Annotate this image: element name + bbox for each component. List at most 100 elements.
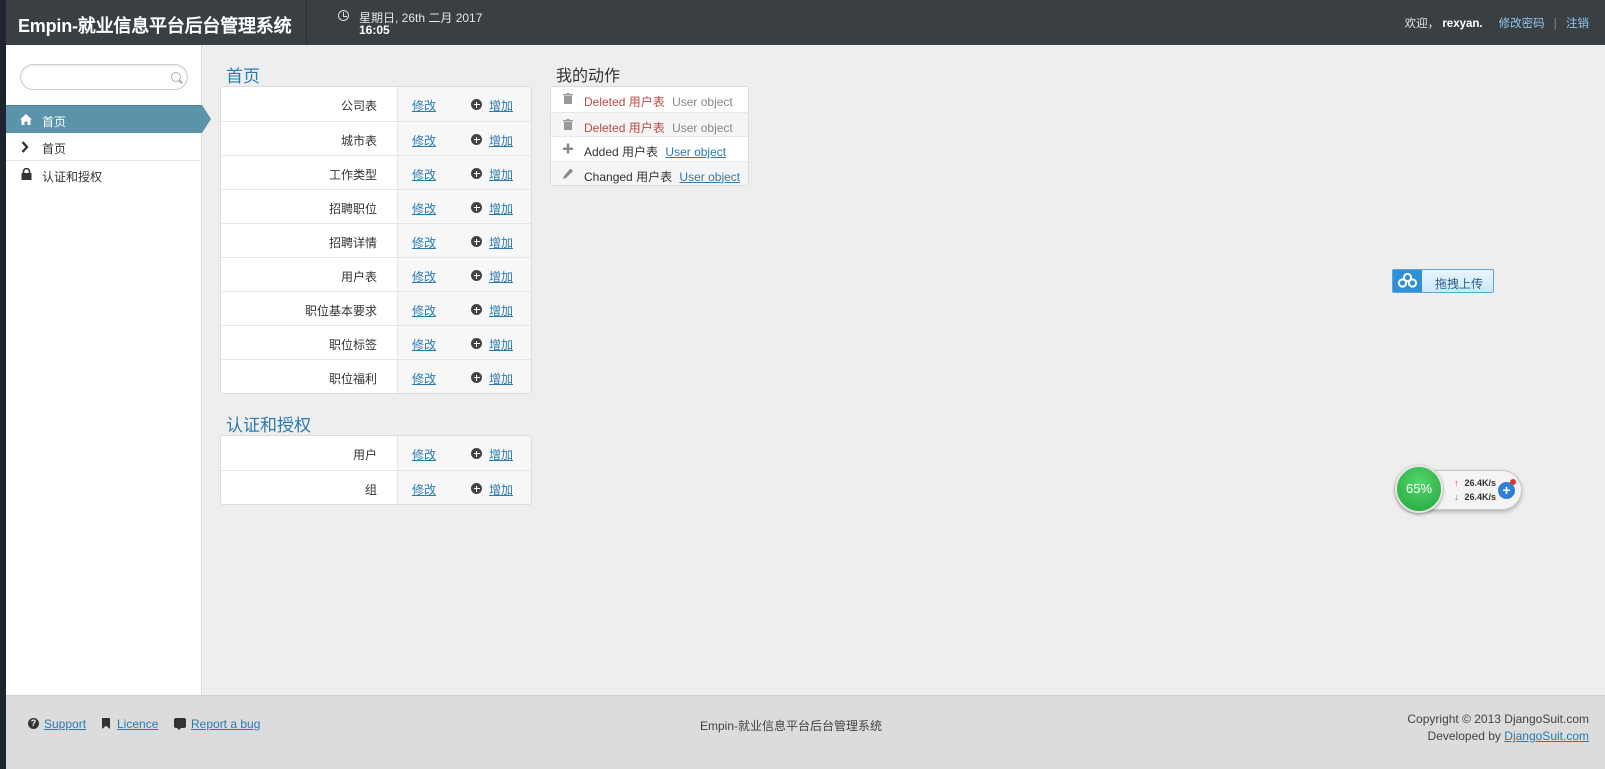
arrow-down-icon: ↓ [1454, 492, 1459, 502]
row-actions: 修改 增加 [397, 292, 531, 326]
row-actions: 修改 增加 [397, 436, 531, 470]
drag-upload-button[interactable]: 拖拽上传 [1392, 269, 1494, 293]
module-title-auth[interactable]: 认证和授权 [226, 411, 311, 436]
drag-upload-label: 拖拽上传 [1435, 277, 1484, 291]
sidebar-item-label: 认证和授权 [42, 170, 103, 184]
model-name-link[interactable]: 城市表 [341, 132, 377, 149]
table-row: 用户 修改 增加 [221, 436, 531, 470]
change-link[interactable]: 修改 [412, 234, 436, 251]
action-object: User object [672, 95, 733, 109]
recent-actions-list: Deleted 用户表 User object Deleted 用户表 User… [550, 86, 749, 186]
home-icon [20, 114, 32, 125]
add-link[interactable]: 增加 [489, 302, 513, 319]
header-time: 16:05 [359, 23, 390, 37]
change-link[interactable]: 修改 [412, 166, 436, 183]
add-link[interactable]: 增加 [489, 446, 513, 463]
module-table-auth: 用户 修改 增加 组 修改 增加 [220, 435, 532, 505]
djangosuit-link[interactable]: DjangoSuit.com [1504, 729, 1589, 743]
change-link[interactable]: 修改 [412, 97, 436, 114]
add-link[interactable]: 增加 [489, 268, 513, 285]
model-name-link[interactable]: 用户 [353, 446, 377, 463]
change-link[interactable]: 修改 [412, 200, 436, 217]
add-circle-icon [471, 270, 482, 281]
model-name-link[interactable]: 职位福利 [329, 370, 377, 387]
site-brand[interactable]: Empin-就业信息平台后台管理系统 [18, 12, 292, 38]
pencil-icon [563, 168, 573, 179]
change-password-link[interactable]: 修改密码 [1499, 18, 1545, 30]
add-link[interactable]: 增加 [489, 481, 513, 498]
model-name-link[interactable]: 职位基本要求 [305, 302, 377, 319]
model-name-link[interactable]: 组 [365, 481, 377, 498]
change-link[interactable]: 修改 [412, 302, 436, 319]
developed-by-text: Developed by [1427, 729, 1501, 743]
recent-actions-title: 我的动作 [556, 68, 621, 85]
action-object-link[interactable]: User object [665, 145, 726, 159]
network-speed-widget[interactable]: 65% ↑ 26.4K/s ↓ 26.4K/s + [1395, 465, 1522, 513]
add-circle-icon [471, 483, 482, 494]
support-link[interactable]: Support [44, 717, 86, 731]
search-input[interactable] [20, 64, 188, 90]
list-item: Changed 用户表 User object [551, 160, 748, 185]
action-model: 用户表 [636, 169, 673, 184]
sidebar-item-label: 首页 [42, 142, 67, 156]
cloud-upload-icon [1393, 270, 1422, 292]
add-link[interactable]: 增加 [489, 166, 513, 183]
lock-icon [21, 168, 32, 180]
plus-icon [563, 143, 573, 154]
model-name-link[interactable]: 公司表 [341, 97, 377, 114]
list-item: Added 用户表 User object [551, 136, 748, 161]
sidebar-item-auth[interactable]: 认证和授权 [6, 161, 202, 189]
change-link[interactable]: 修改 [412, 268, 436, 285]
change-link[interactable]: 修改 [412, 132, 436, 149]
usage-gauge[interactable]: 65% [1395, 465, 1443, 513]
report-bug-link[interactable]: Report a bug [191, 717, 260, 731]
trash-icon [563, 118, 573, 130]
download-speed: ↓ 26.4K/s [1454, 492, 1496, 502]
add-link[interactable]: 增加 [489, 234, 513, 251]
change-link[interactable]: 修改 [412, 336, 436, 353]
model-name-link[interactable]: 招聘详情 [329, 234, 377, 251]
model-name-link[interactable]: 职位标签 [329, 336, 377, 353]
add-link[interactable]: 增加 [489, 336, 513, 353]
footer: ? Support Licence Report a bug Empin-就业信… [6, 695, 1605, 769]
action-verb: Changed [584, 169, 633, 184]
add-link[interactable]: 增加 [489, 370, 513, 387]
model-name-link[interactable]: 用户表 [341, 268, 377, 285]
upload-speed: ↑ 26.4K/s [1454, 478, 1496, 488]
row-actions: 修改 增加 [397, 471, 531, 504]
action-object-link[interactable]: User object [679, 170, 740, 184]
logout-link[interactable]: 注销 [1566, 18, 1589, 30]
developed-by-line: Developed by DjangoSuit.com [1407, 728, 1589, 745]
model-name-link[interactable]: 工作类型 [329, 166, 377, 183]
search-icon[interactable] [171, 72, 181, 82]
question-circle-icon: ? [28, 718, 39, 729]
change-link[interactable]: 修改 [412, 446, 436, 463]
module-table-home: 公司表 修改 增加 城市表 修改 增加 工作类型 修改 增加 招聘职位 修改 增… [220, 86, 532, 394]
row-actions: 修改 增加 [397, 156, 531, 190]
arrow-up-icon: ↑ [1454, 478, 1459, 488]
action-model: 用户表 [628, 120, 665, 135]
add-circle-icon [471, 448, 482, 459]
download-speed-value: 26.4K/s [1464, 492, 1497, 502]
user-tools: 欢迎， rexyan. 修改密码 | 注销 [1405, 15, 1589, 31]
sidebar-item-home[interactable]: 首页 [6, 105, 211, 133]
add-circle-icon [471, 202, 482, 213]
add-link[interactable]: 增加 [489, 97, 513, 114]
change-link[interactable]: 修改 [412, 481, 436, 498]
sidebar: 首页 首页 认证和授权 [6, 45, 211, 695]
add-link[interactable]: 增加 [489, 200, 513, 217]
usage-percent: 65% [1405, 481, 1433, 496]
sidebar-item-home-sub[interactable]: 首页 [6, 133, 202, 161]
action-verb: Deleted [584, 95, 626, 109]
model-name-link[interactable]: 招聘职位 [329, 200, 377, 217]
add-circle-icon [471, 338, 482, 349]
username: rexyan. [1442, 18, 1483, 30]
licence-link[interactable]: Licence [117, 717, 158, 731]
footer-site-name: Empin-就业信息平台后台管理系统 [700, 719, 883, 733]
change-link[interactable]: 修改 [412, 370, 436, 387]
module-title-home[interactable]: 首页 [226, 62, 260, 87]
add-circle-icon [471, 99, 482, 110]
row-actions: 修改 增加 [397, 326, 531, 360]
action-text: Deleted 用户表 User object [584, 93, 733, 110]
add-link[interactable]: 增加 [489, 132, 513, 149]
